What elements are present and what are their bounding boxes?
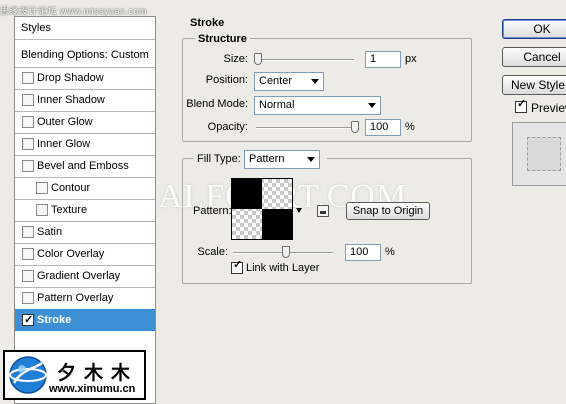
style-item-label: Satin [37, 226, 63, 238]
style-item-drop-shadow[interactable]: Drop Shadow [15, 67, 155, 89]
styles-header[interactable]: Styles [15, 17, 155, 39]
drop-shadow-checkbox[interactable] [22, 72, 34, 84]
style-item-color-overlay[interactable]: Color Overlay [15, 243, 155, 265]
structure-title: Structure [195, 33, 250, 45]
snap-to-origin-button[interactable]: Snap to Origin [346, 202, 430, 220]
style-item-label: Inner Glow [37, 138, 91, 150]
preview-frame [512, 122, 566, 186]
bevel-emboss-checkbox[interactable] [22, 160, 34, 172]
style-item-label: Bevel and Emboss [37, 160, 129, 172]
contour-checkbox[interactable] [36, 182, 48, 194]
scale-label: Scale: [197, 246, 228, 258]
style-item-label: Gradient Overlay [37, 270, 121, 282]
inner-shadow-checkbox[interactable] [22, 94, 34, 106]
top-watermark: 思缘设计论坛 www.missyuan.com [0, 6, 148, 16]
fill-type-value: Pattern [249, 153, 285, 165]
style-item-satin[interactable]: Satin [15, 221, 155, 243]
style-item-label: Inner Shadow [37, 94, 105, 106]
size-slider-track[interactable] [256, 59, 354, 61]
satin-checkbox[interactable] [22, 226, 34, 238]
scale-unit: % [385, 246, 395, 258]
ok-button[interactable]: OK [502, 19, 566, 39]
new-style-button[interactable]: New Style... [502, 75, 566, 95]
chevron-down-icon [307, 157, 315, 162]
fill-type-select[interactable]: Pattern [244, 150, 320, 169]
style-item-label: Drop Shadow [37, 72, 104, 84]
pattern-overlay-checkbox[interactable] [22, 292, 34, 304]
scale-input[interactable]: 100 [345, 244, 381, 261]
position-select[interactable]: Center [254, 72, 324, 91]
style-item-bevel-emboss[interactable]: Bevel and Emboss [15, 155, 155, 177]
fill-type-group [182, 158, 472, 284]
style-item-pattern-overlay[interactable]: Pattern Overlay [15, 287, 155, 309]
blend-mode-select[interactable]: Normal [254, 96, 381, 115]
style-item-inner-glow[interactable]: Inner Glow [15, 133, 155, 155]
scale-slider-thumb[interactable] [282, 246, 290, 258]
pattern-label: Pattern: [193, 205, 232, 217]
size-unit: px [405, 53, 417, 65]
style-item-stroke[interactable]: Stroke [15, 309, 155, 331]
outer-glow-checkbox[interactable] [22, 116, 34, 128]
opacity-slider-track[interactable] [256, 127, 358, 129]
style-item-outer-glow[interactable]: Outer Glow [15, 111, 155, 133]
style-item-label: Pattern Overlay [37, 292, 114, 304]
blend-mode-label: Blend Mode: [186, 98, 248, 110]
size-slider-thumb[interactable] [254, 53, 262, 65]
new-preset-icon[interactable] [317, 205, 329, 217]
gradient-overlay-checkbox[interactable] [22, 270, 34, 282]
style-item-gradient-overlay[interactable]: Gradient Overlay [15, 265, 155, 287]
preview-swatch [527, 137, 561, 171]
style-item-texture[interactable]: Texture [15, 199, 155, 221]
stroke-title: Stroke [190, 17, 225, 29]
position-label: Position: [205, 74, 248, 86]
chevron-down-icon [368, 103, 376, 108]
opacity-input[interactable]: 100 [365, 119, 401, 136]
pattern-dropdown-arrow-icon[interactable] [296, 208, 302, 213]
color-overlay-checkbox[interactable] [22, 248, 34, 260]
opacity-unit: % [405, 121, 415, 133]
logo-url: www.ximumu.cn [49, 383, 136, 395]
style-item-label: Color Overlay [37, 248, 105, 260]
size-label: Size: [223, 53, 248, 65]
preview-checkbox[interactable] [515, 97, 527, 113]
pattern-swatch[interactable] [231, 178, 293, 240]
link-with-layer-checkbox[interactable] [231, 258, 243, 274]
position-value: Center [259, 75, 293, 87]
opacity-label: Opacity: [207, 121, 248, 133]
style-item-label: Texture [51, 204, 88, 216]
opacity-slider-thumb[interactable] [351, 121, 359, 133]
site-logo: 夕木木 www.ximumu.cn [3, 350, 146, 400]
style-item-inner-shadow[interactable]: Inner Shadow [15, 89, 155, 111]
blending-options-item[interactable]: Blending Options: Custom [15, 44, 155, 66]
fill-type-label: Fill Type: [197, 153, 241, 165]
chevron-down-icon [311, 79, 319, 84]
link-with-layer-label: Link with Layer [246, 262, 320, 274]
style-item-label: Outer Glow [37, 116, 93, 128]
styles-panel: Styles Blending Options: Custom Drop Sha… [14, 16, 156, 404]
size-input[interactable]: 1 [365, 51, 401, 68]
logo-globe-icon [9, 356, 47, 394]
blend-mode-value: Normal [259, 99, 295, 111]
preview-label: Preview [531, 101, 566, 115]
style-item-label: Stroke [37, 314, 72, 326]
style-item-label: Contour [51, 182, 91, 194]
texture-checkbox[interactable] [36, 204, 48, 216]
stroke-checkbox[interactable] [22, 309, 34, 331]
cancel-button[interactable]: Cancel [502, 47, 566, 67]
style-item-contour[interactable]: Contour [15, 177, 155, 199]
logo-chinese-text: 夕木木 [57, 362, 139, 384]
inner-glow-checkbox[interactable] [22, 138, 34, 150]
